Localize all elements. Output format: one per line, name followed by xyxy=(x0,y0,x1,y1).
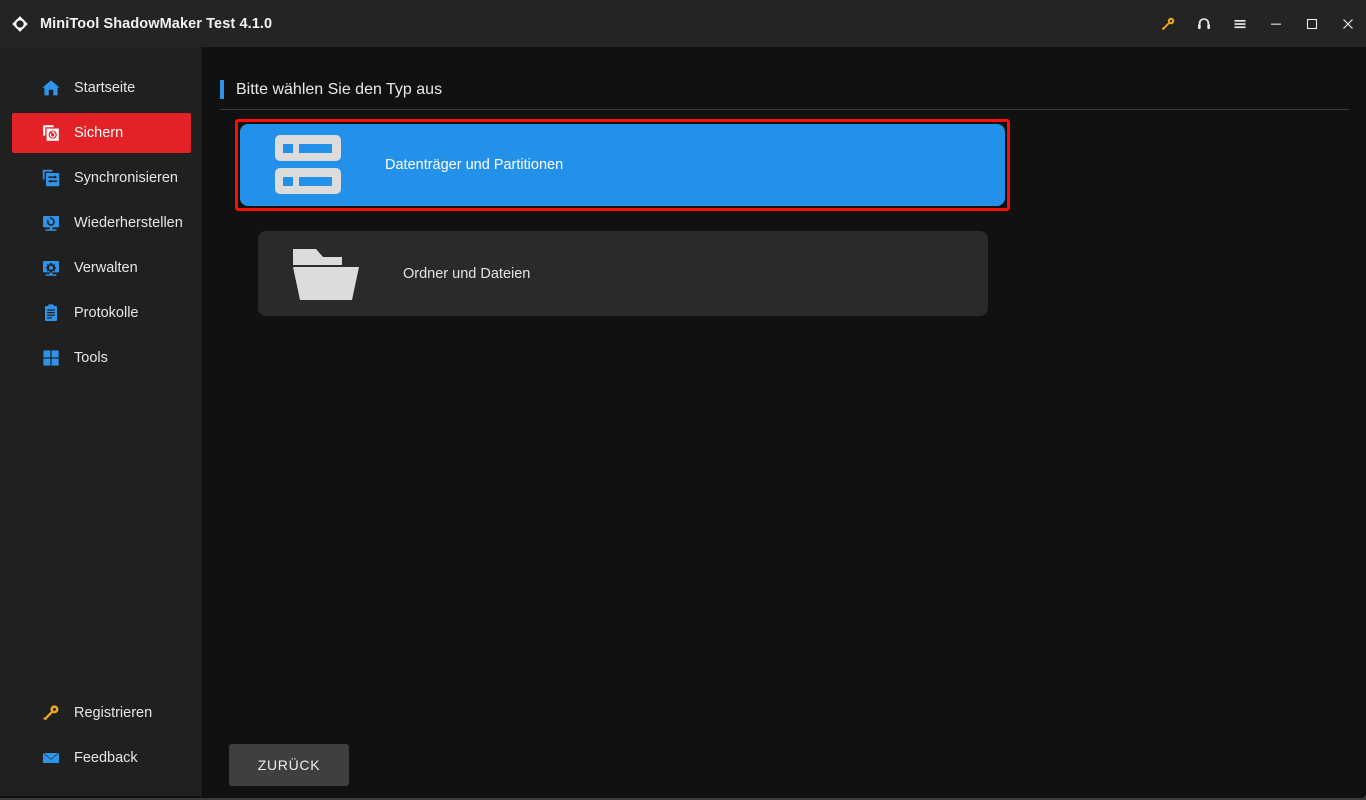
close-button[interactable] xyxy=(1330,0,1366,47)
key-icon xyxy=(40,702,62,724)
close-icon xyxy=(1340,16,1356,32)
sidebar-item-label: Tools xyxy=(74,350,108,366)
option-card-disk-partitions[interactable]: Datenträger und Partitionen xyxy=(240,124,1005,206)
sidebar-item-feedback[interactable]: Feedback xyxy=(12,738,191,778)
key-icon xyxy=(1160,16,1176,32)
window-controls xyxy=(1150,0,1366,47)
back-button[interactable]: ZURÜCK xyxy=(229,744,349,786)
sidebar-item-sichern[interactable]: Sichern xyxy=(12,113,191,153)
disk-partitions-icon xyxy=(264,133,352,197)
restore-icon xyxy=(40,212,62,234)
maximize-icon xyxy=(1304,16,1320,32)
sidebar-item-label: Protokolle xyxy=(74,305,138,321)
sidebar-item-label: Synchronisieren xyxy=(74,170,178,186)
header-accent-bar xyxy=(220,80,224,99)
folder-icon xyxy=(282,243,370,305)
sidebar-item-verwalten[interactable]: Verwalten xyxy=(12,248,191,288)
main-content: Bitte wählen Sie den Typ aus xyxy=(204,47,1366,796)
register-key-button[interactable] xyxy=(1150,0,1186,47)
page-header: Bitte wählen Sie den Typ aus xyxy=(220,80,1349,108)
home-icon xyxy=(40,77,62,99)
sidebar-bottom-list: Registrieren Feedback xyxy=(0,693,203,783)
sidebar-item-synchronisieren[interactable]: Synchronisieren xyxy=(12,158,191,198)
support-button[interactable] xyxy=(1186,0,1222,47)
sidebar-item-label: Startseite xyxy=(74,80,135,96)
sidebar-item-wiederherstellen[interactable]: Wiederherstellen xyxy=(12,203,191,243)
page-title: Bitte wählen Sie den Typ aus xyxy=(236,80,442,99)
hamburger-menu-icon xyxy=(1232,16,1248,32)
sidebar: Startseite Sichern xyxy=(0,47,203,796)
application-window: MiniTool ShadowMaker Test 4.1.0 xyxy=(0,0,1366,800)
option-card-folders-files[interactable]: Ordner und Dateien xyxy=(258,231,988,316)
sidebar-item-label: Verwalten xyxy=(74,260,138,276)
sidebar-item-label: Wiederherstellen xyxy=(74,215,183,231)
selection-highlight-box: Datenträger und Partitionen xyxy=(235,119,1010,211)
minimize-icon xyxy=(1268,16,1284,32)
tools-grid-icon xyxy=(40,347,62,369)
minimize-button[interactable] xyxy=(1258,0,1294,47)
sidebar-item-label: Registrieren xyxy=(74,705,152,721)
sidebar-item-label: Feedback xyxy=(74,750,138,766)
sidebar-item-registrieren[interactable]: Registrieren xyxy=(12,693,191,733)
menu-button[interactable] xyxy=(1222,0,1258,47)
maximize-button[interactable] xyxy=(1294,0,1330,47)
sidebar-item-tools[interactable]: Tools xyxy=(12,338,191,378)
headset-icon xyxy=(1196,16,1212,32)
sidebar-nav-list: Startseite Sichern xyxy=(0,68,203,383)
envelope-icon xyxy=(40,747,62,769)
sync-icon xyxy=(40,167,62,189)
logs-clipboard-icon xyxy=(40,302,62,324)
title-bar-left: MiniTool ShadowMaker Test 4.1.0 xyxy=(0,13,272,35)
sidebar-item-protokolle[interactable]: Protokolle xyxy=(12,293,191,333)
manage-gear-icon xyxy=(40,257,62,279)
option-card-label: Ordner und Dateien xyxy=(403,266,530,282)
sidebar-item-startseite[interactable]: Startseite xyxy=(12,68,191,108)
header-divider xyxy=(220,109,1349,110)
app-title: MiniTool ShadowMaker Test 4.1.0 xyxy=(40,16,272,32)
backup-icon xyxy=(40,122,62,144)
title-bar: MiniTool ShadowMaker Test 4.1.0 xyxy=(0,0,1366,47)
option-card-label: Datenträger und Partitionen xyxy=(385,157,563,173)
sidebar-item-label: Sichern xyxy=(74,125,123,141)
refresh-sync-icon xyxy=(9,13,31,35)
